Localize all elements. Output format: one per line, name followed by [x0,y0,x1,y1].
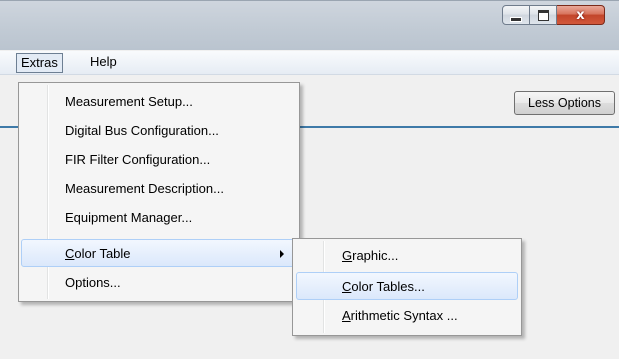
caption-buttons: x [502,5,605,27]
menu-item-measurement-setup[interactable]: Measurement Setup... [21,88,297,116]
menu-item-digital-bus-configuration[interactable]: Digital Bus Configuration... [21,117,297,145]
menu-item-equipment-manager[interactable]: Equipment Manager... [21,204,297,232]
title-bar: x [0,0,619,50]
maximize-icon [537,9,549,21]
minimize-icon [510,16,522,22]
close-icon: x [576,7,585,23]
submenu-item-color-tables[interactable]: Color Tables... [296,272,518,300]
submenu-arrow-icon [280,250,284,258]
menu-item-label: Measurement Setup... [65,94,193,109]
menu-item-label: Arithmetic Syntax ... [342,308,458,323]
panel-divider-right [300,126,619,128]
menu-item-label: Equipment Manager... [65,210,193,225]
menu-item-label: Color Table [65,246,131,261]
menu-item-label: Color Tables... [342,279,425,294]
panel-divider-left [0,126,18,128]
menu-item-label: Options... [65,275,121,290]
color-table-submenu: Graphic... Color Tables... Arithmetic Sy… [292,238,522,336]
title-bar-edge [0,0,619,1]
menu-item-label: FIR Filter Configuration... [65,152,211,167]
submenu-item-graphic[interactable]: Graphic... [296,242,518,270]
menu-item-options[interactable]: Options... [21,269,297,297]
close-button[interactable]: x [557,5,605,25]
menu-bar: Extras Help [0,51,619,75]
menu-item-label: Measurement Description... [65,181,224,196]
menu-help[interactable]: Help [84,53,123,71]
menu-item-fir-filter-configuration[interactable]: FIR Filter Configuration... [21,146,297,174]
extras-dropdown-menu: Measurement Setup... Digital Bus Configu… [18,82,300,302]
menu-item-color-table[interactable]: Color Table [21,239,297,267]
less-options-button[interactable]: Less Options [514,91,615,115]
menu-item-label: Digital Bus Configuration... [65,123,219,138]
menu-item-measurement-description[interactable]: Measurement Description... [21,175,297,203]
submenu-item-arithmetic-syntax[interactable]: Arithmetic Syntax ... [296,302,518,330]
minimize-button[interactable] [502,5,530,25]
maximize-button[interactable] [530,5,557,25]
menu-extras[interactable]: Extras [16,53,63,73]
menu-item-label: Graphic... [342,248,399,263]
